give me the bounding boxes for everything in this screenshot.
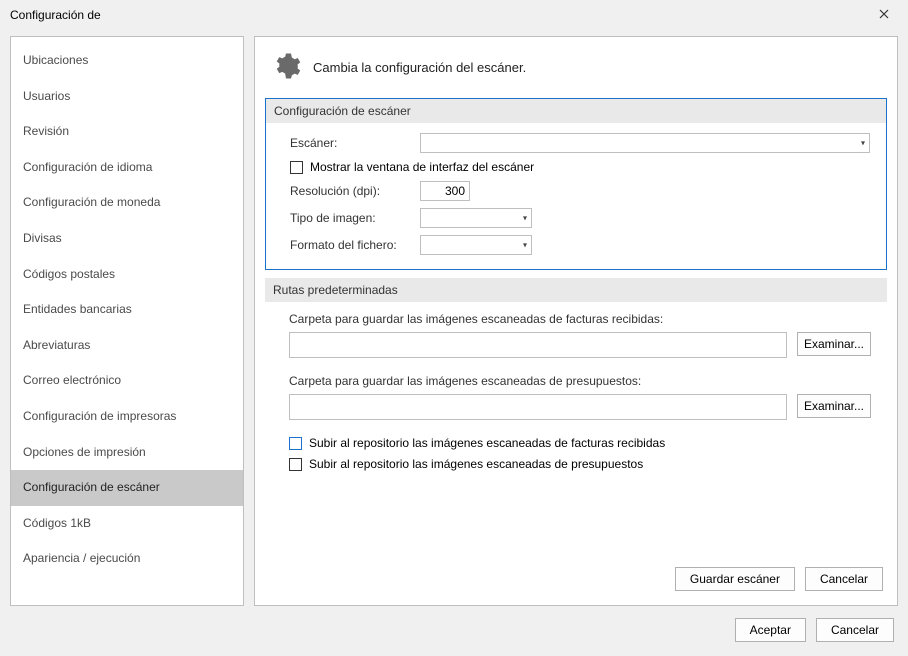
resolution-label: Resolución (dpi): — [290, 184, 420, 198]
close-button[interactable] — [864, 2, 904, 28]
paths-group-title: Rutas predeterminadas — [265, 278, 887, 302]
close-icon — [879, 8, 889, 22]
sidebar-item-divisas[interactable]: Divisas — [11, 221, 243, 257]
upload-invoices-checkbox[interactable] — [289, 437, 302, 450]
paths-group: Rutas predeterminadas Carpeta para guard… — [265, 278, 887, 490]
upload-budgets-checkbox[interactable] — [289, 458, 302, 471]
budgets-path-label: Carpeta para guardar las imágenes escane… — [289, 374, 871, 388]
sidebar: Ubicaciones Usuarios Revisión Configurac… — [10, 36, 244, 606]
sidebar-item-revision[interactable]: Revisión — [11, 114, 243, 150]
scanner-select[interactable]: ▾ — [420, 133, 870, 153]
cancel-button[interactable]: Cancelar — [816, 618, 894, 642]
browse-budgets-button[interactable]: Examinar... — [797, 394, 871, 418]
sidebar-item-correo[interactable]: Correo electrónico — [11, 363, 243, 399]
scanner-config-group: Configuración de escáner Escáner: ▾ Most… — [265, 98, 887, 270]
chevron-down-icon: ▾ — [523, 241, 527, 250]
upload-invoices-label: Subir al repositorio las imágenes escane… — [309, 436, 665, 450]
show-interface-checkbox[interactable] — [290, 161, 303, 174]
resolution-input[interactable] — [420, 181, 470, 201]
invoices-path-label: Carpeta para guardar las imágenes escane… — [289, 312, 871, 326]
sidebar-item-escaner[interactable]: Configuración de escáner — [11, 470, 243, 506]
sidebar-item-codigos-postales[interactable]: Códigos postales — [11, 257, 243, 293]
sidebar-item-apariencia[interactable]: Apariencia / ejecución — [11, 541, 243, 577]
show-interface-label: Mostrar la ventana de interfaz del escán… — [310, 160, 534, 174]
sidebar-item-abreviaturas[interactable]: Abreviaturas — [11, 328, 243, 364]
sidebar-item-moneda[interactable]: Configuración de moneda — [11, 185, 243, 221]
chevron-down-icon: ▾ — [523, 214, 527, 223]
sidebar-item-entidades-bancarias[interactable]: Entidades bancarias — [11, 292, 243, 328]
page-title: Cambia la configuración del escáner. — [313, 60, 526, 75]
file-format-label: Formato del fichero: — [290, 238, 420, 252]
image-type-select[interactable]: ▾ — [420, 208, 532, 228]
sidebar-item-impresoras[interactable]: Configuración de impresoras — [11, 399, 243, 435]
sidebar-item-usuarios[interactable]: Usuarios — [11, 79, 243, 115]
file-format-select[interactable]: ▾ — [420, 235, 532, 255]
sidebar-item-ubicaciones[interactable]: Ubicaciones — [11, 43, 243, 79]
window-title: Configuración de — [10, 8, 101, 22]
upload-budgets-label: Subir al repositorio las imágenes escane… — [309, 457, 643, 471]
cancel-scanner-button[interactable]: Cancelar — [805, 567, 883, 591]
save-scanner-button[interactable]: Guardar escáner — [675, 567, 795, 591]
scanner-group-title: Configuración de escáner — [266, 99, 886, 123]
sidebar-item-opciones-impresion[interactable]: Opciones de impresión — [11, 435, 243, 471]
invoices-path-input[interactable] — [289, 332, 787, 358]
accept-button[interactable]: Aceptar — [735, 618, 806, 642]
sidebar-item-codigos-1kb[interactable]: Códigos 1kB — [11, 506, 243, 542]
scanner-label: Escáner: — [290, 136, 420, 150]
browse-invoices-button[interactable]: Examinar... — [797, 332, 871, 356]
chevron-down-icon: ▾ — [861, 139, 865, 148]
image-type-label: Tipo de imagen: — [290, 211, 420, 225]
sidebar-item-idioma[interactable]: Configuración de idioma — [11, 150, 243, 186]
gear-icon — [271, 51, 301, 84]
budgets-path-input[interactable] — [289, 394, 787, 420]
